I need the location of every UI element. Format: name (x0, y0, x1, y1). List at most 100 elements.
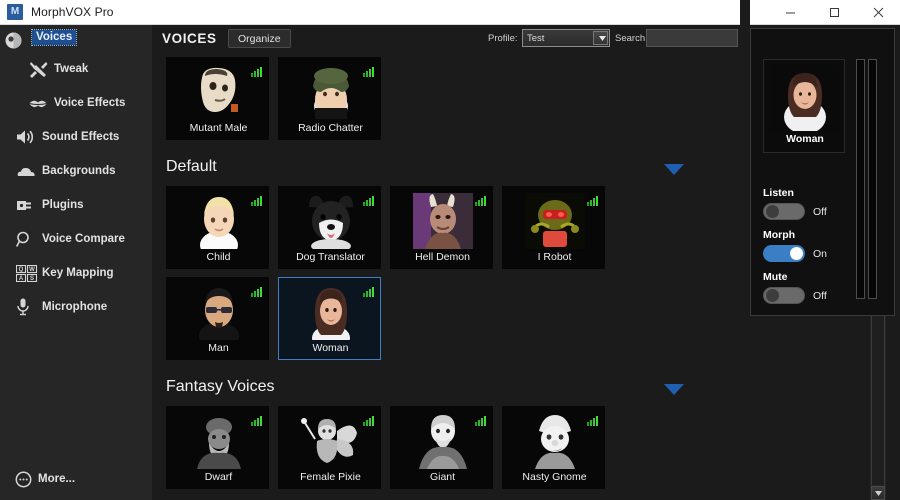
sidebar-item-tweak[interactable]: Tweak (0, 52, 152, 86)
voice-tile-label: Giant (429, 471, 456, 483)
voice-preview-speaker-icon[interactable] (475, 413, 486, 431)
audio-level-meter-right (868, 59, 877, 299)
search-input[interactable] (646, 29, 738, 47)
voice-preview-speaker-icon[interactable] (251, 64, 262, 82)
toggle-switch[interactable] (763, 245, 805, 262)
voice-preview-speaker-icon[interactable] (587, 193, 598, 211)
sidebar-item-microphone[interactable]: Microphone (0, 290, 152, 324)
sidebar-item-backgrounds[interactable]: Backgrounds (0, 154, 152, 188)
sidebar-item-sound-effects[interactable]: Sound Effects (0, 120, 152, 154)
sidebar-item-voices-label: Voices (30, 29, 78, 46)
microphone-icon (16, 298, 42, 316)
scroll-down-icon[interactable] (871, 486, 885, 500)
voice-row: Child Dog Translator Hell Demon I Robot (152, 186, 722, 269)
voice-tile[interactable]: Dog Translator (278, 186, 381, 269)
chevron-down-icon[interactable] (593, 31, 608, 45)
voice-tile[interactable]: Mutant Male (166, 57, 269, 140)
voice-tile-label: Woman (312, 342, 349, 354)
voice-section-header[interactable]: Fantasy Voices (152, 368, 708, 406)
sidebar-item-label: Backgrounds (42, 165, 116, 177)
voice-tile-label: I Robot (537, 251, 572, 263)
sidebar-item-label: Microphone (42, 301, 108, 313)
voice-tile[interactable]: Radio Chatter (278, 57, 381, 140)
speaker-icon (16, 129, 42, 145)
voice-preview-speaker-icon[interactable] (363, 193, 374, 211)
sidebar-item-more-label: More... (38, 473, 76, 485)
page-title: VOICES (162, 31, 217, 46)
toggle-switch[interactable] (763, 287, 805, 304)
voice-tile-label: Female Pixie (300, 471, 361, 483)
toggle-mute: Mute Off (763, 271, 853, 304)
voices-icon (4, 31, 23, 50)
toggle-label: Mute (763, 271, 788, 283)
toggle-listen: Listen Off (763, 187, 853, 220)
sidebar-item-plugins[interactable]: Plugins (0, 188, 152, 222)
audio-level-meter-left (856, 59, 865, 299)
organize-button[interactable]: Organize (228, 29, 291, 48)
maximize-button[interactable] (812, 0, 856, 25)
toggle-label: Listen (763, 187, 794, 199)
audio-level-meters (856, 59, 882, 299)
voice-preview-speaker-icon[interactable] (363, 284, 374, 302)
voice-tile[interactable]: Hell Demon (390, 186, 493, 269)
sidebar-item-voices[interactable]: Voices (0, 25, 152, 52)
voice-preview-speaker-icon[interactable] (363, 413, 374, 431)
voice-preview-speaker-icon[interactable] (363, 64, 374, 82)
voice-preview-speaker-icon[interactable] (251, 413, 262, 431)
voice-section-header[interactable]: Default (152, 148, 708, 186)
sidebar: Voices Tweak Voice Effects Sound Effects Ba… (0, 25, 152, 500)
chevron-down-icon[interactable] (664, 162, 684, 180)
voice-tile[interactable]: Nasty Gnome (502, 406, 605, 489)
sidebar-item-voice-effects[interactable]: Voice Effects (0, 86, 152, 120)
sidebar-item-label: Voice Effects (54, 97, 126, 109)
tools-icon (22, 61, 54, 78)
toggle-switch[interactable] (763, 203, 805, 220)
voice-tile[interactable]: Dwarf (166, 406, 269, 489)
sidebar-item-label: Sound Effects (42, 131, 120, 143)
sidebar-item-voice-compare[interactable]: Voice Compare (0, 222, 152, 256)
close-button[interactable] (856, 0, 900, 25)
window-title: MorphVOX Pro (31, 5, 114, 19)
magnifier-icon (16, 231, 42, 248)
minimize-button[interactable] (768, 0, 812, 25)
toggle-state: On (813, 247, 828, 260)
toggle-state: Off (813, 289, 827, 302)
voice-tile-label: Dog Translator (296, 251, 365, 263)
voice-preview-speaker-icon[interactable] (251, 193, 262, 211)
voice-tile[interactable]: Female Pixie (278, 406, 381, 489)
svg-text:W: W (29, 267, 35, 273)
current-voice-name: Woman (786, 133, 824, 145)
keyboard-icon: QWAS (16, 264, 42, 282)
voice-preview-speaker-icon[interactable] (587, 413, 598, 431)
voice-tile-label: Nasty Gnome (522, 471, 587, 483)
window-controls (768, 0, 900, 25)
panel-divider (740, 0, 750, 500)
search-label: Search (615, 33, 646, 44)
voice-tile[interactable]: Woman (278, 277, 381, 360)
toggle-morph: Morph On (763, 229, 853, 262)
sidebar-item-more[interactable]: More... (0, 464, 75, 494)
sidebar-menu: Tweak Voice Effects Sound Effects Backgroun… (0, 52, 152, 324)
lips-icon (22, 98, 54, 109)
plug-icon (16, 198, 42, 213)
cloud-icon (16, 165, 42, 178)
toggle-label: Morph (763, 229, 796, 241)
app-window: M MorphVOX Pro Voices Tweak Voice Effect… (0, 0, 900, 500)
voice-row: Mutant Male Radio Chatter (152, 57, 722, 140)
sidebar-item-key-mapping[interactable]: Q W A S Key Mapping (0, 256, 152, 290)
voice-row: Dwarf Female Pixie Giant Nasty Gnome (152, 406, 722, 489)
voice-preview-speaker-icon[interactable] (475, 193, 486, 211)
voice-tile[interactable]: Man (166, 277, 269, 360)
svg-text:A: A (19, 276, 24, 282)
voice-tile[interactable]: Giant (390, 406, 493, 489)
voice-control-panel: Woman Listen Off Morph On Mute Off (750, 28, 895, 316)
voice-preview-speaker-icon[interactable] (251, 284, 262, 302)
chevron-down-icon[interactable] (664, 382, 684, 400)
voice-tile[interactable]: I Robot (502, 186, 605, 269)
sidebar-item-label: Key Mapping (42, 267, 114, 279)
voice-tile-label: Man (208, 342, 229, 354)
sidebar-item-label: Plugins (42, 199, 84, 211)
voice-section-title: Default (166, 158, 217, 175)
voice-tile[interactable]: Child (166, 186, 269, 269)
profile-dropdown[interactable]: Test (522, 29, 610, 47)
